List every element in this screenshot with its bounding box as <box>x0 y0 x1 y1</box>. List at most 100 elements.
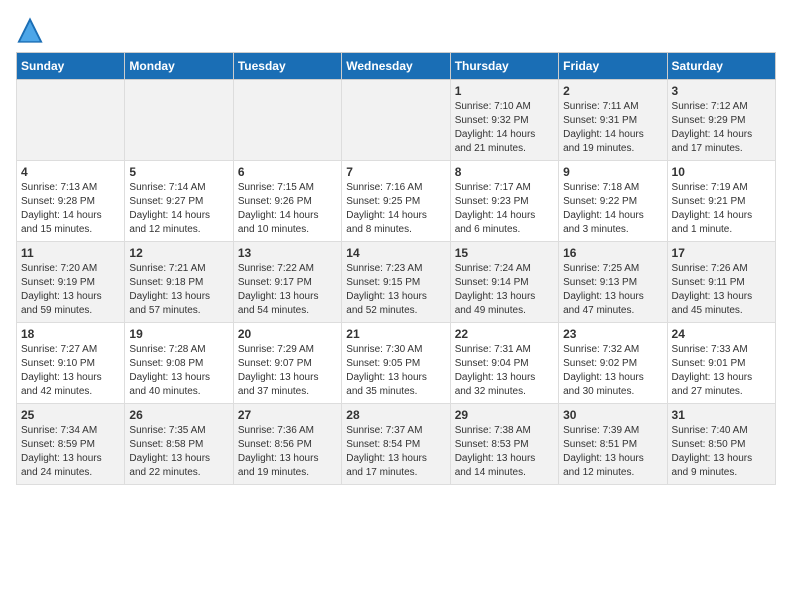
day-info: Sunrise: 7:11 AM Sunset: 9:31 PM Dayligh… <box>563 100 662 156</box>
day-info: Sunrise: 7:33 AM Sunset: 9:01 PM Dayligh… <box>672 343 771 399</box>
calendar-day-cell: 22Sunrise: 7:31 AM Sunset: 9:04 PM Dayli… <box>450 323 558 404</box>
day-number: 5 <box>129 165 228 179</box>
day-info: Sunrise: 7:29 AM Sunset: 9:07 PM Dayligh… <box>238 343 337 399</box>
calendar-day-cell: 5 Sunrise: 7:14 AM Sunset: 9:27 PM Daylig… <box>125 161 233 242</box>
calendar-week-row: 4 Sunrise: 7:13 AM Sunset: 9:28 PM Daylig… <box>17 161 776 242</box>
calendar-day-cell: 9 Sunrise: 7:18 AM Sunset: 9:22 PM Daylig… <box>559 161 667 242</box>
day-number: 9 <box>563 165 662 179</box>
day-info: Sunrise: 7:35 AM Sunset: 8:58 PM Dayligh… <box>129 424 228 480</box>
day-number: 31 <box>672 408 771 422</box>
day-info: Sunrise: 7:39 AM Sunset: 8:51 PM Dayligh… <box>563 424 662 480</box>
day-info: Sunrise: 7:19 AM Sunset: 9:21 PM Dayligh… <box>672 181 771 237</box>
calendar-day-cell: 1 Sunrise: 7:10 AM Sunset: 9:32 PM Daylig… <box>450 80 558 161</box>
calendar-day-cell: 25 Sunrise: 7:34 AM Sunset: 8:59 PM Dayli… <box>17 404 125 485</box>
calendar-day-cell: 15 Sunrise: 7:24 AM Sunset: 9:14 PM Dayli… <box>450 242 558 323</box>
calendar-day-cell: 30 Sunrise: 7:39 AM Sunset: 8:51 PM Dayli… <box>559 404 667 485</box>
day-number: 19 <box>129 327 228 341</box>
col-header-sunday: Sunday <box>17 53 125 80</box>
calendar-day-cell: 28 Sunrise: 7:37 AM Sunset: 8:54 PM Dayli… <box>342 404 450 485</box>
day-info: Sunrise: 7:20 AM Sunset: 9:19 PM Dayligh… <box>21 262 120 318</box>
day-number: 27 <box>238 408 337 422</box>
day-info: Sunrise: 7:12 AM Sunset: 9:29 PM Dayligh… <box>672 100 771 156</box>
logo-icon <box>16 16 44 44</box>
day-number: 2 <box>563 84 662 98</box>
day-info: Sunrise: 7:24 AM Sunset: 9:14 PM Dayligh… <box>455 262 554 318</box>
day-info: Sunrise: 7:34 AM Sunset: 8:59 PM Dayligh… <box>21 424 120 480</box>
calendar-day-cell: 14 Sunrise: 7:23 AM Sunset: 9:15 PM Dayli… <box>342 242 450 323</box>
day-number: 1 <box>455 84 554 98</box>
calendar-week-row: 18 Sunrise: 7:27 AM Sunset: 9:10 PM Dayli… <box>17 323 776 404</box>
col-header-wednesday: Wednesday <box>342 53 450 80</box>
day-info: Sunrise: 7:27 AM Sunset: 9:10 PM Dayligh… <box>21 343 120 399</box>
day-info: Sunrise: 7:36 AM Sunset: 8:56 PM Dayligh… <box>238 424 337 480</box>
day-number: 14 <box>346 246 445 260</box>
col-header-saturday: Saturday <box>667 53 775 80</box>
calendar-day-cell: 21Sunrise: 7:30 AM Sunset: 9:05 PM Dayli… <box>342 323 450 404</box>
day-number: 20 <box>238 327 337 341</box>
day-info: Sunrise: 7:18 AM Sunset: 9:22 PM Dayligh… <box>563 181 662 237</box>
calendar-empty-cell <box>233 80 341 161</box>
day-info: Sunrise: 7:14 AM Sunset: 9:27 PM Dayligh… <box>129 181 228 237</box>
calendar-day-cell: 7Sunrise: 7:16 AM Sunset: 9:25 PM Daylig… <box>342 161 450 242</box>
calendar-day-cell: 10 Sunrise: 7:19 AM Sunset: 9:21 PM Dayli… <box>667 161 775 242</box>
day-number: 12 <box>129 246 228 260</box>
calendar-day-cell: 24 Sunrise: 7:33 AM Sunset: 9:01 PM Dayli… <box>667 323 775 404</box>
calendar-day-cell: 6Sunrise: 7:15 AM Sunset: 9:26 PM Daylig… <box>233 161 341 242</box>
calendar-empty-cell <box>342 80 450 161</box>
day-number: 30 <box>563 408 662 422</box>
calendar-empty-cell <box>17 80 125 161</box>
col-header-thursday: Thursday <box>450 53 558 80</box>
day-info: Sunrise: 7:22 AM Sunset: 9:17 PM Dayligh… <box>238 262 337 318</box>
day-info: Sunrise: 7:28 AM Sunset: 9:08 PM Dayligh… <box>129 343 228 399</box>
day-info: Sunrise: 7:23 AM Sunset: 9:15 PM Dayligh… <box>346 262 445 318</box>
calendar-day-cell: 26 Sunrise: 7:35 AM Sunset: 8:58 PM Dayli… <box>125 404 233 485</box>
day-info: Sunrise: 7:13 AM Sunset: 9:28 PM Dayligh… <box>21 181 120 237</box>
calendar-day-cell: 20 Sunrise: 7:29 AM Sunset: 9:07 PM Dayli… <box>233 323 341 404</box>
calendar-table: SundayMondayTuesdayWednesdayThursdayFrid… <box>16 52 776 485</box>
day-info: Sunrise: 7:38 AM Sunset: 8:53 PM Dayligh… <box>455 424 554 480</box>
day-number: 10 <box>672 165 771 179</box>
day-number: 3 <box>672 84 771 98</box>
day-number: 25 <box>21 408 120 422</box>
calendar-day-cell: 3 Sunrise: 7:12 AM Sunset: 9:29 PM Daylig… <box>667 80 775 161</box>
calendar-day-cell: 16Sunrise: 7:25 AM Sunset: 9:13 PM Dayli… <box>559 242 667 323</box>
col-header-friday: Friday <box>559 53 667 80</box>
day-number: 15 <box>455 246 554 260</box>
logo <box>16 16 48 44</box>
day-number: 8 <box>455 165 554 179</box>
day-info: Sunrise: 7:17 AM Sunset: 9:23 PM Dayligh… <box>455 181 554 237</box>
calendar-day-cell: 12 Sunrise: 7:21 AM Sunset: 9:18 PM Dayli… <box>125 242 233 323</box>
day-number: 23 <box>563 327 662 341</box>
day-number: 17 <box>672 246 771 260</box>
calendar-day-cell: 13 Sunrise: 7:22 AM Sunset: 9:17 PM Dayli… <box>233 242 341 323</box>
calendar-week-row: 1 Sunrise: 7:10 AM Sunset: 9:32 PM Daylig… <box>17 80 776 161</box>
col-header-tuesday: Tuesday <box>233 53 341 80</box>
day-number: 22 <box>455 327 554 341</box>
day-number: 13 <box>238 246 337 260</box>
day-number: 18 <box>21 327 120 341</box>
day-info: Sunrise: 7:10 AM Sunset: 9:32 PM Dayligh… <box>455 100 554 156</box>
calendar-day-cell: 23Sunrise: 7:32 AM Sunset: 9:02 PM Dayli… <box>559 323 667 404</box>
day-number: 4 <box>21 165 120 179</box>
day-number: 7 <box>346 165 445 179</box>
calendar-day-cell: 18 Sunrise: 7:27 AM Sunset: 9:10 PM Dayli… <box>17 323 125 404</box>
day-number: 21 <box>346 327 445 341</box>
day-info: Sunrise: 7:21 AM Sunset: 9:18 PM Dayligh… <box>129 262 228 318</box>
page-header <box>16 16 776 44</box>
day-info: Sunrise: 7:37 AM Sunset: 8:54 PM Dayligh… <box>346 424 445 480</box>
day-info: Sunrise: 7:26 AM Sunset: 9:11 PM Dayligh… <box>672 262 771 318</box>
day-number: 11 <box>21 246 120 260</box>
calendar-day-cell: 27 Sunrise: 7:36 AM Sunset: 8:56 PM Dayli… <box>233 404 341 485</box>
day-info: Sunrise: 7:15 AM Sunset: 9:26 PM Dayligh… <box>238 181 337 237</box>
calendar-day-cell: 11 Sunrise: 7:20 AM Sunset: 9:19 PM Dayli… <box>17 242 125 323</box>
calendar-day-cell: 29 Sunrise: 7:38 AM Sunset: 8:53 PM Dayli… <box>450 404 558 485</box>
day-number: 26 <box>129 408 228 422</box>
day-number: 29 <box>455 408 554 422</box>
day-number: 24 <box>672 327 771 341</box>
day-number: 28 <box>346 408 445 422</box>
calendar-week-row: 25 Sunrise: 7:34 AM Sunset: 8:59 PM Dayli… <box>17 404 776 485</box>
day-number: 16 <box>563 246 662 260</box>
col-header-monday: Monday <box>125 53 233 80</box>
calendar-day-cell: 2 Sunrise: 7:11 AM Sunset: 9:31 PM Daylig… <box>559 80 667 161</box>
calendar-day-cell: 4 Sunrise: 7:13 AM Sunset: 9:28 PM Daylig… <box>17 161 125 242</box>
